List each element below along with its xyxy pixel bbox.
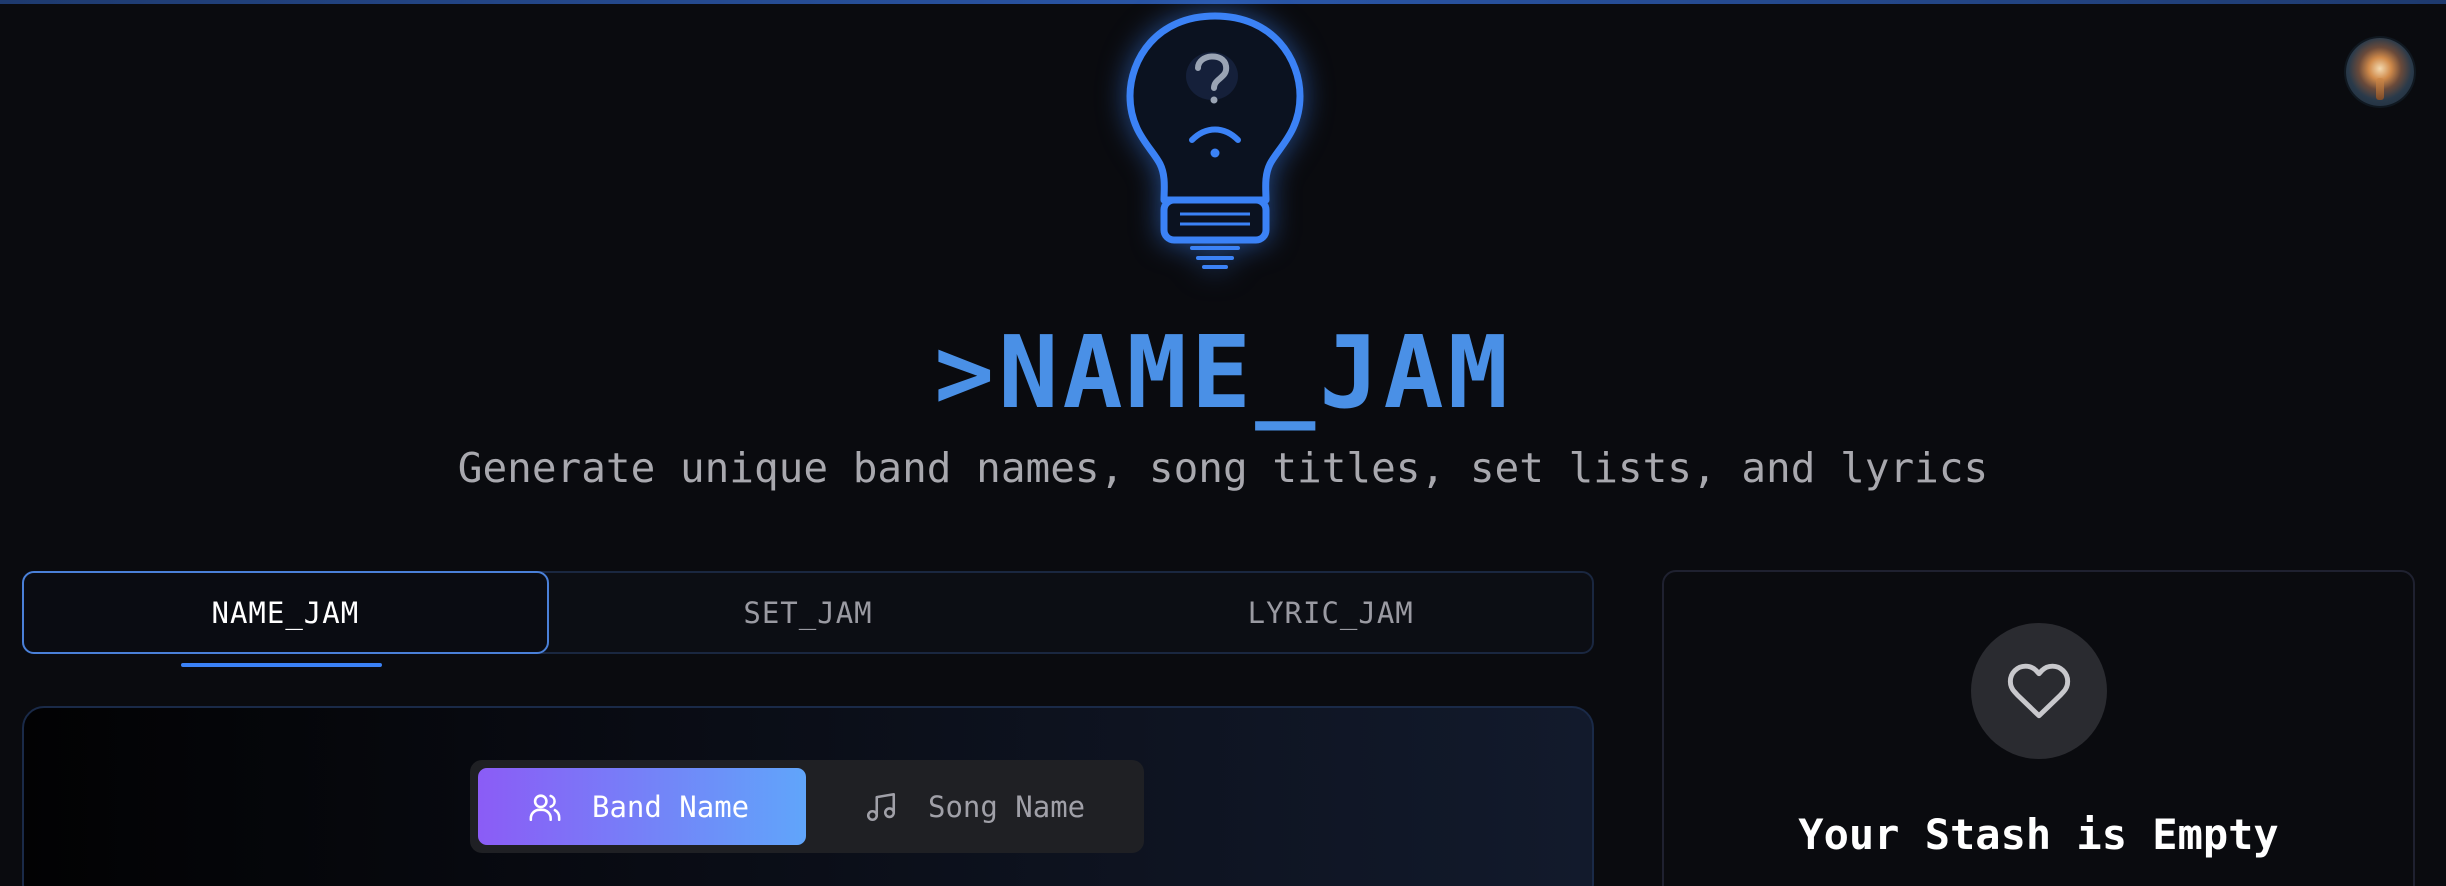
stash-heart-badge	[1971, 623, 2107, 759]
lightbulb-logo-icon	[1126, 12, 1304, 269]
page-subtitle: Generate unique band names, song titles,…	[457, 444, 1989, 492]
song-name-button[interactable]: Song Name	[814, 768, 1136, 845]
band-name-label: Band Name	[592, 789, 750, 824]
tab-lyric-jam[interactable]: LYRIC_JAM	[1069, 573, 1592, 652]
user-avatar[interactable]	[2346, 38, 2414, 106]
active-tab-indicator	[181, 663, 382, 667]
page-title: >NAME_JAM	[934, 314, 1512, 431]
tab-bar: NAME_JAM SET_JAM LYRIC_JAM	[22, 571, 1594, 654]
top-accent-bar	[0, 0, 2446, 4]
music-note-icon	[866, 792, 896, 821]
band-name-button[interactable]: Band Name	[478, 768, 806, 845]
song-name-label: Song Name	[928, 789, 1086, 824]
users-icon	[529, 793, 561, 821]
mode-toggle: Band Name Song Name	[470, 760, 1144, 853]
tab-name-jam[interactable]: NAME_JAM	[22, 571, 549, 654]
tab-set-jam[interactable]: SET_JAM	[547, 573, 1070, 652]
heart-icon	[2007, 663, 2071, 719]
stash-empty-title: Your Stash is Empty	[1798, 810, 2279, 859]
